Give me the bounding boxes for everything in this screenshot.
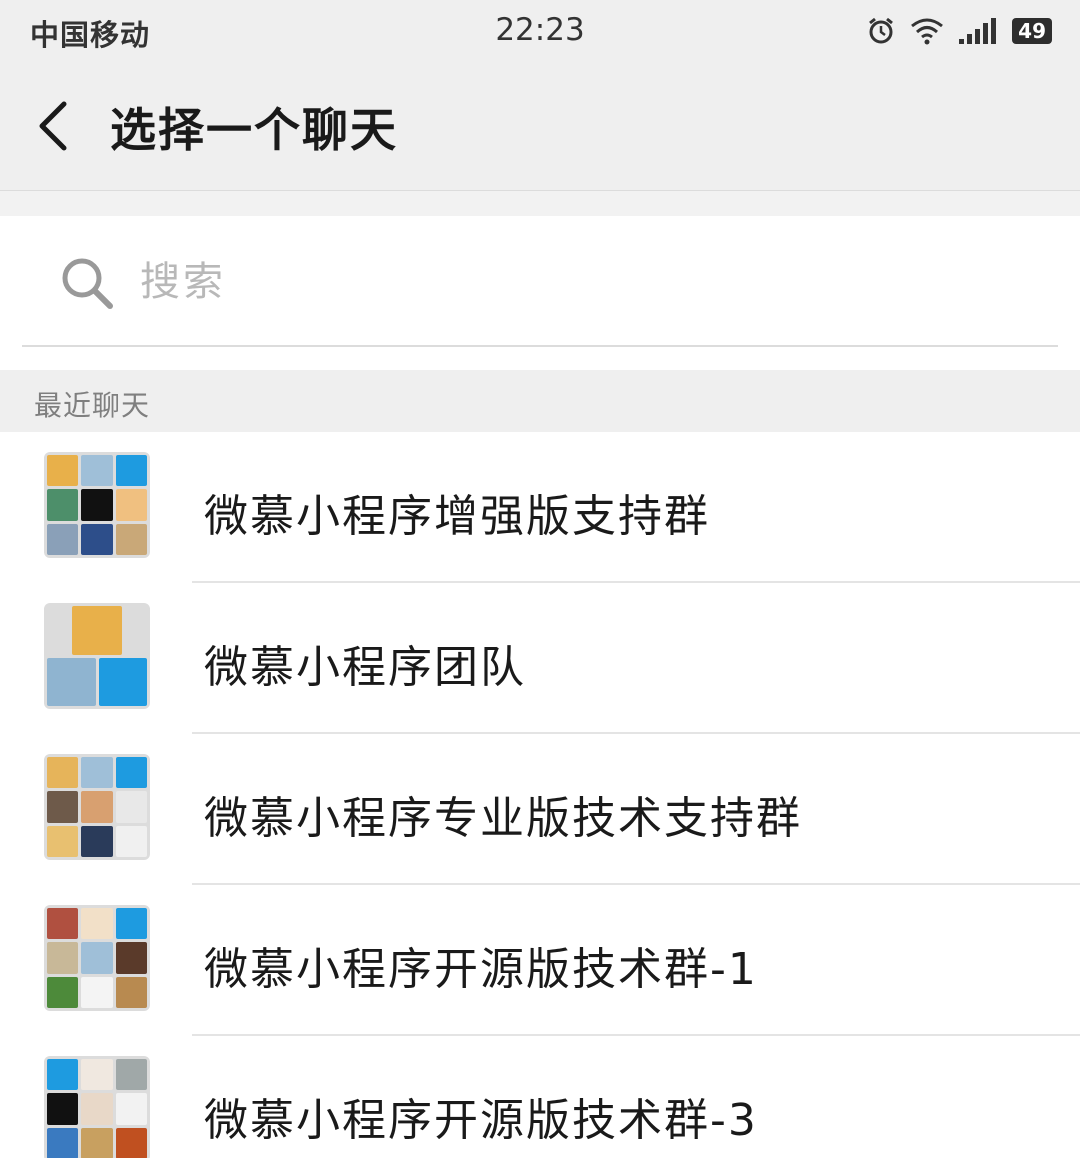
alarm-icon xyxy=(869,17,894,44)
chat-name: 微慕小程序开源版技术群-3 xyxy=(204,1095,758,1146)
search-icon xyxy=(62,258,113,309)
group-avatar xyxy=(44,1056,150,1158)
group-avatar xyxy=(44,603,150,709)
status-bar: 中国移动 22:23 49 xyxy=(0,0,1080,62)
chat-item[interactable]: 微慕小程序团队 xyxy=(0,583,1080,734)
chat-name: 微慕小程序开源版技术群-1 xyxy=(204,944,758,995)
group-avatar xyxy=(44,754,150,860)
page-title: 选择一个聊天 xyxy=(110,103,398,157)
chat-item[interactable]: 微慕小程序开源版技术群-1 xyxy=(0,885,1080,1036)
search-input[interactable] xyxy=(140,252,1020,312)
group-avatar xyxy=(44,452,150,558)
chat-item[interactable]: 微慕小程序开源版技术群-3 xyxy=(0,1036,1080,1158)
group-avatar xyxy=(44,905,150,1011)
chevron-left-icon xyxy=(39,101,67,151)
signal-icon xyxy=(959,18,997,44)
app-header: 选择一个聊天 xyxy=(0,62,1080,191)
wifi-icon xyxy=(911,18,944,45)
chat-name: 微慕小程序专业版技术支持群 xyxy=(204,793,802,844)
search-underline xyxy=(22,345,1058,347)
status-icons: 49 xyxy=(866,14,1052,48)
chat-item[interactable]: 微慕小程序专业版技术支持群 xyxy=(0,734,1080,885)
chat-item[interactable]: 微慕小程序增强版支持群 xyxy=(0,432,1080,583)
chat-name: 微慕小程序团队 xyxy=(204,642,526,693)
search-bar xyxy=(0,216,1080,370)
back-button[interactable] xyxy=(30,98,80,154)
chat-name: 微慕小程序增强版支持群 xyxy=(204,491,710,542)
recent-chats-header: 最近聊天 xyxy=(0,370,1080,432)
chat-list: 微慕小程序增强版支持群 微慕小程序团队 微慕小程序专业版技术支持群 微慕小程序开… xyxy=(0,432,1080,1158)
battery-indicator: 49 xyxy=(1012,18,1052,44)
section-title: 最近聊天 xyxy=(34,389,151,422)
